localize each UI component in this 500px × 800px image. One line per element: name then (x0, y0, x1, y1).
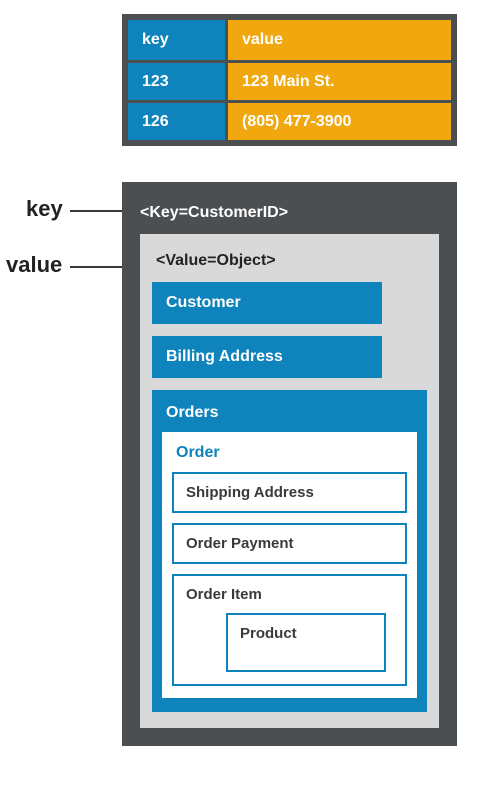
order-item-box: Order Item Product (172, 574, 407, 686)
orders-title: Orders (162, 400, 417, 432)
billing-bar: Billing Address (152, 336, 382, 378)
connector-line-value (70, 266, 122, 268)
kv-row-key: 126 (128, 100, 228, 140)
kv-header-row: key value (128, 20, 451, 60)
diagram-canvas: key value 123 123 Main St. 126 (805) 477… (0, 0, 500, 800)
order-payment-box: Order Payment (172, 523, 407, 564)
shipping-address-box: Shipping Address (172, 472, 407, 513)
connector-line-key (70, 210, 122, 212)
side-label-key: key (26, 196, 63, 222)
order-title: Order (172, 442, 407, 472)
order-box: Order Shipping Address Order Payment Ord… (162, 432, 417, 698)
kv-header-value: value (228, 20, 451, 60)
product-box: Product (226, 613, 386, 672)
object-value-container: <Value=Object> Customer Billing Address … (140, 234, 439, 728)
kv-row-key: 123 (128, 60, 228, 100)
kv-header-key: key (128, 20, 228, 60)
kv-table: key value 123 123 Main St. 126 (805) 477… (122, 14, 457, 146)
kv-row-value: (805) 477-3900 (228, 100, 451, 140)
object-key-label: <Key=CustomerID> (130, 190, 449, 234)
orders-box: Orders Order Shipping Address Order Paym… (152, 390, 427, 712)
kv-row: 126 (805) 477-3900 (128, 100, 451, 140)
object-value-label: <Value=Object> (152, 246, 427, 282)
kv-row: 123 123 Main St. (128, 60, 451, 100)
object-container: <Key=CustomerID> <Value=Object> Customer… (122, 182, 457, 746)
kv-row-value: 123 Main St. (228, 60, 451, 100)
side-label-value: value (6, 252, 62, 278)
customer-bar: Customer (152, 282, 382, 324)
order-item-title: Order Item (186, 586, 393, 613)
